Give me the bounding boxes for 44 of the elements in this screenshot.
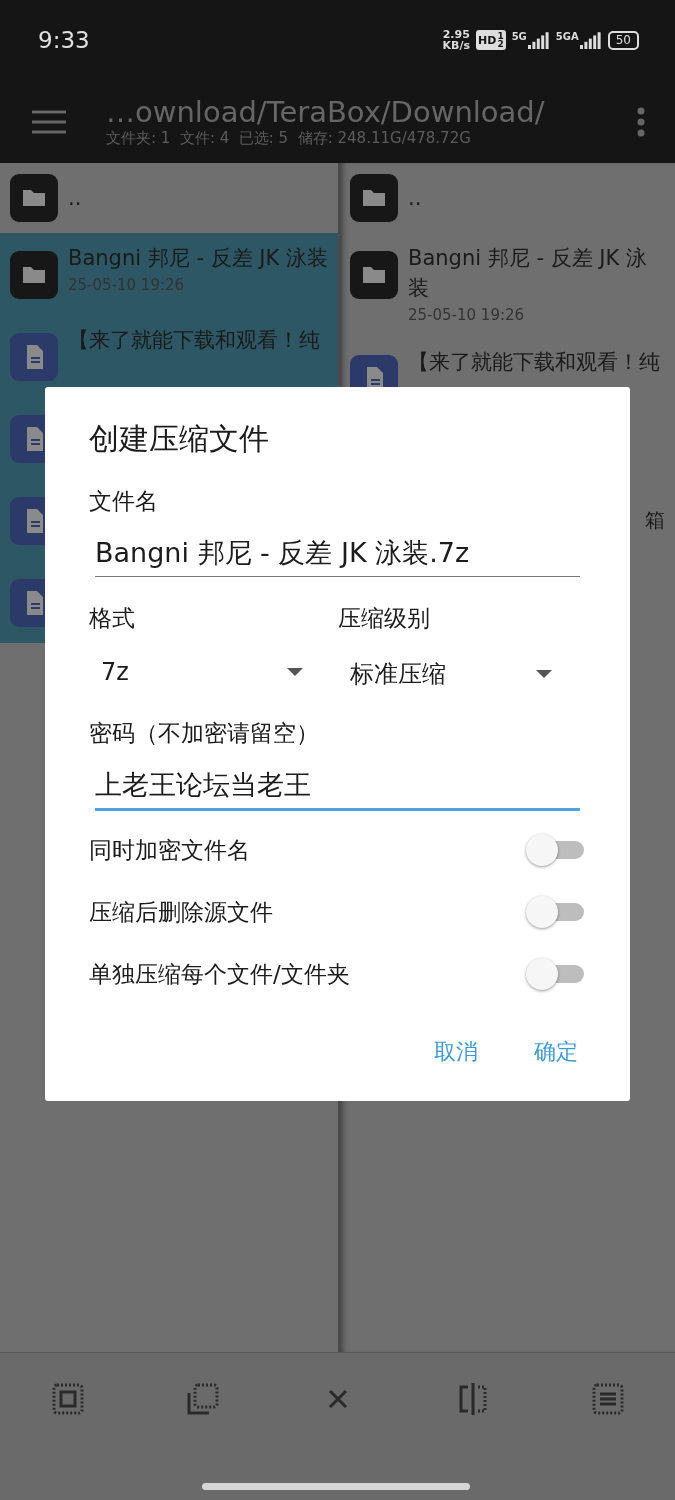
file-name: .. [68, 185, 83, 212]
file-name: 【来了就能下载和观看！纯 [408, 349, 661, 376]
signal-indicator: 5G [511, 31, 550, 49]
dialog-title: 创建压缩文件 [89, 420, 270, 458]
more-icon[interactable] [637, 106, 645, 137]
folder-icon [10, 174, 58, 222]
file-date: 25-05-10 19:26 [408, 305, 526, 326]
password-input[interactable]: 上老王论坛当老王 [95, 765, 580, 811]
folder-icon [10, 251, 58, 299]
caret-icon [535, 670, 552, 678]
toggle-switch[interactable] [526, 956, 586, 992]
network-speed: 2.95 KB/s [442, 29, 471, 51]
file-row[interactable]: .. [340, 163, 675, 233]
field-label: 文件名 [89, 487, 159, 516]
folder-path: …ownload/TeraBox/Download/ [106, 95, 546, 129]
file-name: Bangni 邦尼 - 反差 JK 泳装 [68, 245, 328, 272]
toggle-switch[interactable] [526, 832, 586, 868]
folder-icon [350, 251, 398, 299]
document-icon [10, 333, 58, 381]
filename-input[interactable]: Bangni 邦尼 - 反差 JK 泳装.7z [95, 533, 580, 577]
file-name: Bangni 邦尼 - 反差 JK 泳装 [408, 245, 648, 302]
toggle-label: 压缩后删除源文件 [89, 897, 273, 927]
file-name: 【来了就能下载和观看！纯 [68, 327, 321, 354]
battery-indicator: 50 [607, 30, 639, 50]
format-dropdown[interactable]: 7z [89, 658, 309, 686]
folder-summary: 文件夹: 1 文件: 4 已选: 5 储存: 248.11G/478.72G [106, 129, 472, 148]
toggle-switch[interactable] [526, 894, 586, 930]
file-row[interactable]: .. [0, 163, 338, 233]
caret-icon [287, 668, 303, 676]
toggle-label: 同时加密文件名 [89, 835, 250, 865]
file-row[interactable]: Bangni 邦尼 - 反差 JK 泳装 25-05-10 19:26 [340, 233, 675, 337]
file-name: 箱 [645, 507, 665, 534]
signal-indicator: 5GA [555, 31, 602, 49]
menu-icon[interactable] [32, 109, 66, 134]
confirm-button[interactable]: 确定 [526, 1031, 586, 1073]
toggle-label: 单独压缩每个文件/文件夹 [89, 959, 350, 989]
field-label: 压缩级别 [337, 604, 431, 633]
cancel-button[interactable]: 取消 [426, 1031, 486, 1073]
file-name: .. [408, 185, 423, 212]
folder-icon [350, 174, 398, 222]
level-dropdown[interactable]: 标准压缩 [337, 658, 558, 690]
status-time: 9:33 [38, 27, 90, 53]
field-label: 格式 [89, 604, 136, 633]
field-label: 密码（不加密请留空） [89, 719, 320, 748]
